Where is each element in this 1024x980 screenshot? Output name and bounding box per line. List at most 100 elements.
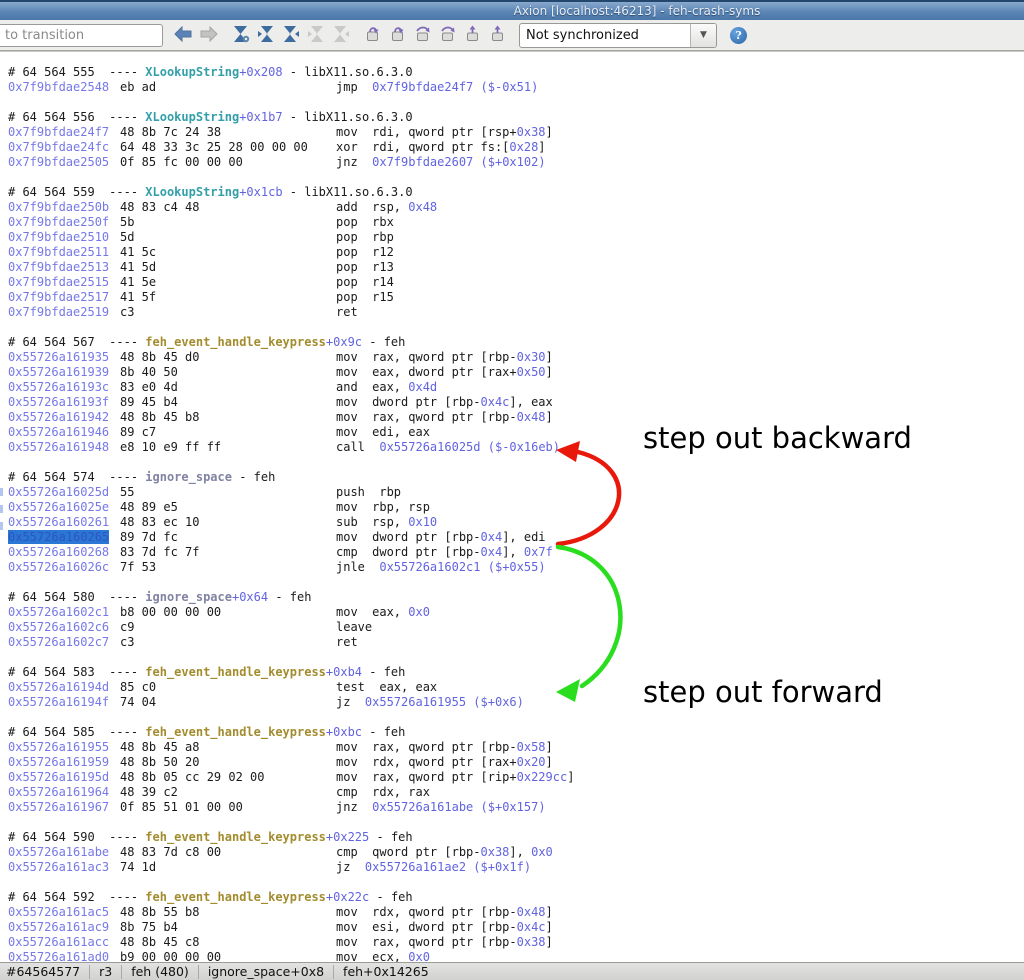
disasm-line[interactable]: 0x55726a1619398b 40 50mov eax, dword ptr… [8,365,1024,380]
hourglass-left-icon [257,24,275,47]
step-over-backward-button[interactable] [410,23,435,48]
chevron-down-icon[interactable]: ▼ [690,24,716,47]
disasm-line[interactable]: 0x55726a16196448 39 c2cmp rdx, rax [8,785,1024,800]
address: 0x55726a1602c7 [8,635,120,650]
arrow-right-icon [198,25,219,46]
transition-number: # 64 564 583 ---- [8,665,145,679]
disasm-line[interactable]: 0x55726a16026589 7d fcmov dword ptr [rbp… [8,530,1024,545]
address: 0x55726a161ac5 [8,905,120,920]
disasm-line[interactable]: 0x7f9bfdae24f748 8b 7c 24 38mov rdi, qwo… [8,125,1024,140]
disasm-line[interactable]: 0x55726a16195548 8b 45 a8mov rax, qword … [8,740,1024,755]
function-offset: +0x22c [326,890,369,904]
opcode-bytes: 55 [120,485,336,500]
disasm-line[interactable]: 0x55726a1602c1b8 00 00 00 00mov eax, 0x0 [8,605,1024,620]
disasm-line[interactable]: 0x55726a16193f89 45 b4mov dword ptr [rbp… [8,395,1024,410]
disasm-line[interactable]: 0x7f9bfdae250b48 83 c4 48add rsp, 0x48 [8,200,1024,215]
step-out-forward-button[interactable] [485,23,510,48]
opcode-bytes: 41 5e [120,275,336,290]
disasm-line[interactable]: 0x7f9bfdae251141 5cpop r12 [8,245,1024,260]
opcode-bytes: c9 [120,620,336,635]
step-into-forward-button[interactable] [385,23,410,48]
sync-status-label: Not synchronized [520,24,690,47]
sync-status-dropdown[interactable]: Not synchronized ▼ [519,23,717,48]
disasm-line[interactable]: 0x55726a161ad0b9 00 00 00 00mov ecx, 0x0 [8,950,1024,962]
run-forward-to-transition-button[interactable] [303,23,328,48]
disasm-line[interactable]: 0x7f9bfdae25105dpop rbp [8,230,1024,245]
disasm-line[interactable]: 0x55726a161abe48 83 7d c8 00cmp qword pt… [8,845,1024,860]
opcode-bytes: 5b [120,215,336,230]
module-name: - libX11.so.6.3.0 [283,65,413,79]
nav-forward-button[interactable] [196,23,221,48]
address: 0x55726a161939 [8,365,120,380]
disasm-line[interactable]: 0x55726a16194d85 c0test eax, eax [8,680,1024,695]
step-over-forward-button[interactable] [435,23,460,48]
step-backward-transition-button[interactable] [253,23,278,48]
instruction: pop rbp [336,230,394,245]
disasm-line[interactable]: 0x55726a16195948 8b 50 20mov rdx, qword … [8,755,1024,770]
disasm-line[interactable]: 0x55726a161ac374 1djz 0x55726a161ae2 ($+… [8,860,1024,875]
disasm-line[interactable]: 0x55726a16194248 8b 45 b8mov rax, qword … [8,410,1024,425]
transition-number: # 64 564 574 ---- [8,470,145,484]
instruction: jmp 0x7f9bfdae24f7 ($-0x51) [336,80,538,95]
hourglass-right-icon [282,24,300,47]
disasm-line[interactable]: 0x55726a16195d48 8b 05 cc 29 02 00mov ra… [8,770,1024,785]
disasm-block: # 64 564 590 ---- feh_event_handle_keypr… [8,830,1024,875]
function-name: feh_event_handle_keypress [145,725,326,739]
disasm-line[interactable]: 0x55726a16026883 7d fc 7fcmp dword ptr [… [8,545,1024,560]
disasm-line[interactable]: 0x55726a1619670f 85 51 01 00 00jnz 0x557… [8,800,1024,815]
disasm-line[interactable]: 0x7f9bfdae251341 5dpop r13 [8,260,1024,275]
run-backward-to-transition-button[interactable] [228,23,253,48]
disasm-line[interactable]: 0x7f9bfdae2519c3ret [8,305,1024,320]
block-header: # 64 564 592 ---- feh_event_handle_keypr… [8,890,1024,905]
opcode-bytes: 48 83 c4 48 [120,200,336,215]
disasm-line[interactable]: 0x55726a161acc48 8b 45 c8mov rax, qword … [8,935,1024,950]
instruction: mov edi, eax [336,425,430,440]
disasm-block: # 64 564 555 ---- XLookupString+0x208 - … [8,65,1024,95]
transition-number: # 64 564 555 ---- [8,65,145,79]
disasm-line[interactable]: 0x7f9bfdae251541 5epop r14 [8,275,1024,290]
opcode-bytes: 85 c0 [120,680,336,695]
continue-forward-button[interactable] [328,23,353,48]
disasm-line[interactable]: 0x55726a161948e8 10 e9 ff ffcall 0x55726… [8,440,1024,455]
instruction: and eax, 0x4d [336,380,437,395]
step-into-backward-button[interactable] [360,23,385,48]
disasm-line[interactable]: 0x55726a16026c7f 53jnle 0x55726a1602c1 (… [8,560,1024,575]
step-up-icon [363,24,382,46]
disasm-line[interactable]: 0x55726a1602c6c9leave [8,620,1024,635]
disasm-line[interactable]: 0x7f9bfdae251741 5fpop r15 [8,290,1024,305]
disasm-block: # 64 564 585 ---- feh_event_handle_keypr… [8,725,1024,815]
help-button[interactable]: ? [730,27,747,44]
transition-number: # 64 564 556 ---- [8,110,145,124]
disasm-line[interactable]: 0x55726a16025e48 89 e5mov rbp, rsp [8,500,1024,515]
disasm-line[interactable]: 0x55726a161ac98b 75 b4mov esi, dword ptr… [8,920,1024,935]
opcode-bytes: e8 10 e9 ff ff [120,440,336,455]
disasm-line[interactable]: 0x55726a16193c83 e0 4dand eax, 0x4d [8,380,1024,395]
disasm-line[interactable]: 0x7f9bfdae2548eb adjmp 0x7f9bfdae24f7 ($… [8,80,1024,95]
step-forward-transition-button[interactable] [278,23,303,48]
instruction: pop r15 [336,290,394,305]
nav-back-button[interactable] [171,23,196,48]
disasm-line[interactable]: 0x55726a16025d55push rbp [8,485,1024,500]
disasm-line[interactable]: 0x7f9bfdae25050f 85 fc 00 00 00jnz 0x7f9… [8,155,1024,170]
block-header: # 64 564 590 ---- feh_event_handle_keypr… [8,830,1024,845]
disasm-line[interactable]: 0x7f9bfdae24fc64 48 33 3c 25 28 00 00 00… [8,140,1024,155]
step-over-icon [413,24,432,46]
disasm-line[interactable]: 0x55726a1602c7c3ret [8,635,1024,650]
opcode-bytes: c3 [120,635,336,650]
opcode-bytes: 41 5c [120,245,336,260]
function-name: XLookupString [145,110,239,124]
opcode-bytes: 48 83 ec 10 [120,515,336,530]
disasm-line[interactable]: 0x55726a16194689 c7mov edi, eax [8,425,1024,440]
disasm-line[interactable]: 0x7f9bfdae250f5bpop rbx [8,215,1024,230]
opcode-bytes: 89 45 b4 [120,395,336,410]
address: 0x7f9bfdae250b [8,200,120,215]
disasm-line[interactable]: 0x55726a16026148 83 ec 10sub rsp, 0x10 [8,515,1024,530]
instruction: cmp qword ptr [rbp-0x38], 0x0 [336,845,553,860]
disasm-line[interactable]: 0x55726a161ac548 8b 55 b8mov rdx, qword … [8,905,1024,920]
disasm-line[interactable]: 0x55726a16193548 8b 45 d0mov rax, qword … [8,350,1024,365]
disasm-line[interactable]: 0x55726a16194f74 04jz 0x55726a161955 ($+… [8,695,1024,710]
goto-transition-input[interactable] [0,24,163,47]
step-out-backward-button[interactable] [460,23,485,48]
address: 0x7f9bfdae2515 [8,275,120,290]
opcode-bytes: 89 7d fc [120,530,336,545]
